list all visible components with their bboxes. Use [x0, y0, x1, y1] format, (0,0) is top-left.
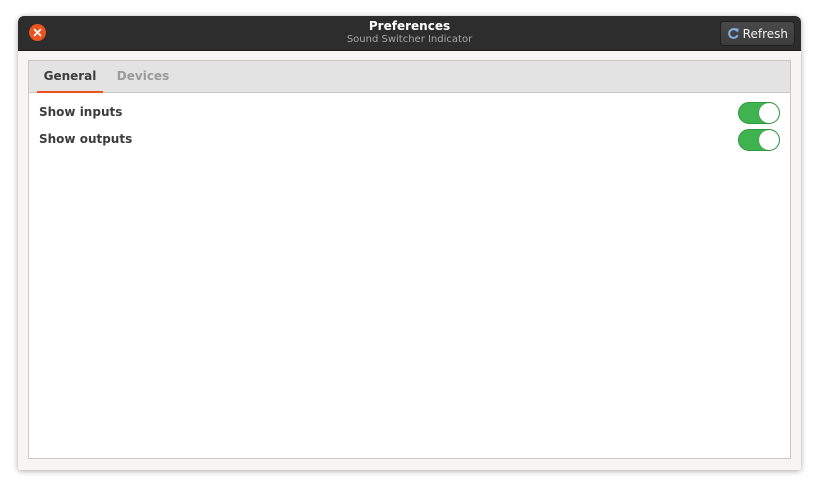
- window-title: Preferences: [368, 19, 451, 33]
- window-subtitle: Sound Switcher Indicator: [346, 34, 473, 45]
- notebook: General Devices Show inputs Show outputs: [28, 60, 791, 459]
- switch-knob: [759, 103, 779, 123]
- close-icon: [33, 28, 42, 37]
- refresh-label: Refresh: [742, 26, 788, 41]
- tab-bar: General Devices: [29, 61, 790, 93]
- setting-row-show-inputs: Show inputs: [39, 102, 780, 124]
- show-outputs-switch[interactable]: [738, 129, 780, 151]
- tab-general[interactable]: General: [37, 61, 103, 93]
- close-button[interactable]: [29, 24, 46, 41]
- show-outputs-label: Show outputs: [39, 132, 133, 146]
- refresh-button[interactable]: Refresh: [719, 21, 795, 46]
- headerbar: Preferences Sound Switcher Indicator Ref…: [18, 16, 801, 51]
- preferences-window: Preferences Sound Switcher Indicator Ref…: [18, 16, 801, 470]
- refresh-icon: [727, 27, 740, 40]
- tab-devices[interactable]: Devices: [111, 61, 175, 92]
- switch-knob: [759, 130, 779, 150]
- show-inputs-switch[interactable]: [738, 102, 780, 124]
- show-inputs-label: Show inputs: [39, 105, 123, 119]
- setting-row-show-outputs: Show outputs: [39, 129, 780, 151]
- title-area: Preferences Sound Switcher Indicator: [18, 19, 801, 46]
